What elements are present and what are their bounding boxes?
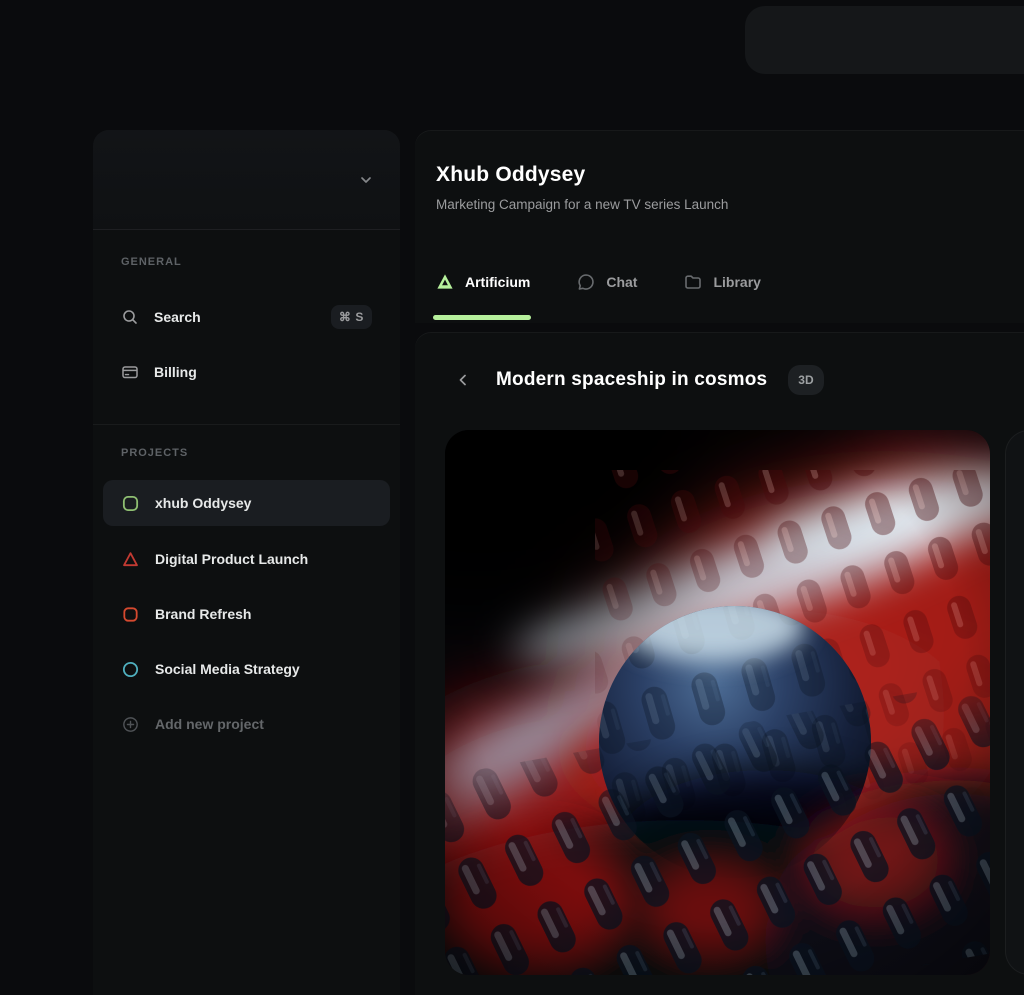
generation-title: Modern spaceship in cosmos xyxy=(496,369,767,391)
workspace-collapse-button[interactable] xyxy=(354,168,378,192)
search-icon xyxy=(121,308,139,326)
3d-badge: 3D xyxy=(788,365,823,395)
tab-library[interactable]: Library xyxy=(683,272,760,292)
project-item-social-media-strategy[interactable]: Social Media Strategy xyxy=(103,647,390,691)
tab-bar: Artificium Chat Library xyxy=(435,272,761,292)
next-image-card-peek[interactable] xyxy=(1005,430,1024,975)
project-item-digital-product-launch[interactable]: Digital Product Launch xyxy=(103,537,390,581)
circle-outline-icon xyxy=(121,660,140,679)
projects-menu: xhub Oddysey Digital Product Launch Bran… xyxy=(103,480,390,746)
tab-artificium[interactable]: Artificium xyxy=(435,272,530,292)
project-item-xhub-oddysey[interactable]: xhub Oddysey xyxy=(103,480,390,526)
sidebar-header xyxy=(93,130,400,230)
add-new-project-label: Add new project xyxy=(155,716,264,732)
triangle-outline-icon xyxy=(121,550,140,569)
project-item-label: Social Media Strategy xyxy=(155,661,300,677)
artificium-logo-icon xyxy=(435,272,455,292)
app-root: { "colors": { "accent": "#B6F09C", "pane… xyxy=(0,0,1024,995)
add-new-project-button[interactable]: Add new project xyxy=(103,702,390,746)
chat-bubble-icon xyxy=(576,272,596,292)
sidebar-item-search[interactable]: Search ⌘ S xyxy=(103,295,390,339)
project-item-label: Brand Refresh xyxy=(155,606,251,622)
project-item-brand-refresh[interactable]: Brand Refresh xyxy=(103,592,390,636)
square-outline-icon xyxy=(121,605,140,624)
folder-icon xyxy=(683,272,703,292)
square-outline-icon xyxy=(121,494,140,513)
chevron-left-icon xyxy=(455,372,471,388)
tab-chat[interactable]: Chat xyxy=(576,272,637,292)
tab-label: Library xyxy=(713,274,760,290)
plus-circle-icon xyxy=(121,715,140,734)
sidebar: GENERAL Search ⌘ S Billing PROJECTS xhub… xyxy=(93,130,400,995)
section-label-projects: PROJECTS xyxy=(121,447,372,459)
general-menu: Search ⌘ S Billing xyxy=(103,295,390,394)
page-subtitle: Marketing Campaign for a new TV series L… xyxy=(436,197,1024,212)
chevron-down-icon xyxy=(358,172,374,188)
tab-label: Chat xyxy=(606,274,637,290)
project-header: Xhub Oddysey Marketing Campaign for a ne… xyxy=(415,130,1024,323)
generated-image xyxy=(445,430,990,975)
generated-image-card xyxy=(445,430,990,975)
tab-label: Artificium xyxy=(465,274,530,290)
sidebar-item-label: Search xyxy=(154,309,201,325)
back-button[interactable] xyxy=(451,368,475,392)
sidebar-item-billing[interactable]: Billing xyxy=(103,350,390,394)
project-item-label: Digital Product Launch xyxy=(155,551,308,567)
artificium-content-panel: Modern spaceship in cosmos 3D xyxy=(415,332,1024,995)
sidebar-item-label: Billing xyxy=(154,364,197,380)
window-shape xyxy=(745,6,1024,74)
billing-icon xyxy=(121,363,139,381)
active-tab-indicator xyxy=(433,315,531,320)
project-item-label: xhub Oddysey xyxy=(155,495,251,511)
page-title: Xhub Oddysey xyxy=(436,163,1024,187)
section-label-general: GENERAL xyxy=(121,256,372,268)
generation-header: Modern spaceship in cosmos 3D xyxy=(451,365,1024,395)
sidebar-divider xyxy=(93,424,400,425)
search-shortcut-badge: ⌘ S xyxy=(331,305,372,329)
